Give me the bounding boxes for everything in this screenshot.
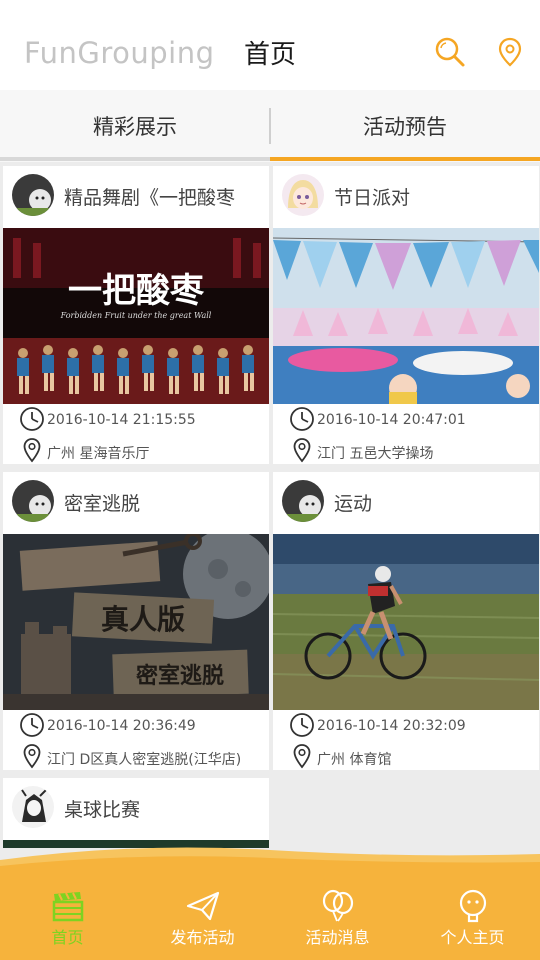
image-subcaption: 密室逃脱 (136, 663, 224, 689)
card-title: 密室逃脱 (64, 493, 141, 515)
event-time: 2016-10-14 21:15:55 (47, 412, 196, 428)
person-icon (459, 889, 487, 923)
avatar[interactable] (282, 480, 324, 522)
avatar[interactable] (12, 174, 54, 216)
event-image[interactable] (273, 228, 539, 404)
paper-plane-icon (186, 891, 220, 921)
nav-label: 发布活动 (170, 928, 235, 947)
tab-upcoming[interactable]: 活动预告 (270, 90, 540, 162)
event-location: 江门 D区真人密室逃脱(江华店) (47, 752, 242, 768)
event-image[interactable]: 真人版 密室逃脱 (3, 534, 269, 710)
location-pin-icon (293, 438, 311, 463)
bottom-nav: 首页 发布活动 活动消息 个人主页 (0, 868, 540, 960)
card-title: 运动 (334, 493, 373, 515)
event-location: 江门 五邑大学操场 (317, 446, 434, 462)
nav-profile[interactable]: 个人主页 (405, 868, 540, 960)
card-title: 精品舞剧《一把酸枣 (64, 187, 236, 209)
event-location-row: 江门 五邑大学操场 (289, 437, 539, 465)
page-title: 首页 (244, 40, 297, 70)
app-name: FunGrouping (24, 36, 215, 70)
avatar[interactable] (12, 480, 54, 522)
avatar[interactable] (282, 174, 324, 216)
activity-card[interactable]: 密室逃脱 真人版 密室逃脱 2016-10-14 20:36:49 江门 D区真… (3, 472, 269, 770)
search-icon[interactable] (434, 36, 466, 68)
nav-label: 首页 (51, 928, 84, 947)
event-time: 2016-10-14 20:36:49 (47, 718, 196, 734)
activity-card[interactable]: 节日派对 2016-10-14 20:47:01 江门 五邑大学操场 (273, 166, 539, 464)
tab-underline (0, 157, 270, 161)
activity-card[interactable]: 运动 2016-10-14 20:32:09 广州 体育馆 (273, 472, 539, 770)
card-header: 桌球比赛 (3, 778, 269, 838)
event-location: 广州 体育馆 (317, 752, 392, 768)
app-header: FunGrouping 首页 (0, 0, 540, 90)
event-time-row: 2016-10-14 20:47:01 (289, 406, 539, 434)
avatar[interactable] (12, 786, 54, 828)
clock-icon (290, 407, 314, 431)
event-location-row: 广州 体育馆 (289, 743, 539, 771)
nav-label: 活动消息 (305, 928, 370, 947)
event-time-row: 2016-10-14 20:36:49 (19, 712, 269, 740)
card-header: 节日派对 (273, 166, 539, 226)
card-header: 精品舞剧《一把酸枣 (3, 166, 269, 226)
activity-card[interactable]: 精品舞剧《一把酸枣 一把酸枣 Forbidden Fruit under the… (3, 166, 269, 464)
event-time-row: 2016-10-14 20:32:09 (289, 712, 539, 740)
clapperboard-icon (52, 892, 84, 922)
card-title: 桌球比赛 (64, 799, 141, 821)
card-header: 密室逃脱 (3, 472, 269, 532)
event-image[interactable] (273, 534, 539, 710)
location-pin-icon (293, 744, 311, 769)
image-subcaption: Forbidden Fruit under the great Wall (60, 311, 212, 320)
location-pin-icon (23, 744, 41, 769)
nav-publish[interactable]: 发布活动 (135, 868, 270, 960)
image-caption: 一把酸枣 (68, 271, 205, 311)
card-header: 运动 (273, 472, 539, 532)
balloons-icon (322, 889, 354, 922)
nav-label: 个人主页 (440, 928, 505, 947)
clock-icon (20, 713, 44, 737)
nav-home[interactable]: 首页 (0, 868, 135, 960)
tab-active-underline (270, 157, 540, 161)
event-time: 2016-10-14 20:32:09 (317, 718, 466, 734)
event-location-row: 江门 D区真人密室逃脱(江华店) (19, 743, 269, 771)
activity-card[interactable]: 桌球比赛 (3, 778, 269, 848)
clock-icon (290, 713, 314, 737)
tab-bar: 精彩展示 活动预告 (0, 90, 540, 162)
clock-icon (20, 407, 44, 431)
event-location-row: 广州 星海音乐厅 (19, 437, 269, 465)
location-pin-icon (23, 438, 41, 463)
image-caption: 真人版 (101, 603, 185, 636)
event-location: 广州 星海音乐厅 (47, 446, 150, 462)
location-pin-icon[interactable] (494, 36, 526, 68)
event-time: 2016-10-14 20:47:01 (317, 412, 466, 428)
event-image[interactable]: 一把酸枣 Forbidden Fruit under the great Wal… (3, 228, 269, 404)
card-title: 节日派对 (334, 187, 411, 209)
nav-messages[interactable]: 活动消息 (270, 868, 405, 960)
event-time-row: 2016-10-14 21:15:55 (19, 406, 269, 434)
tab-highlights[interactable]: 精彩展示 (0, 90, 270, 162)
